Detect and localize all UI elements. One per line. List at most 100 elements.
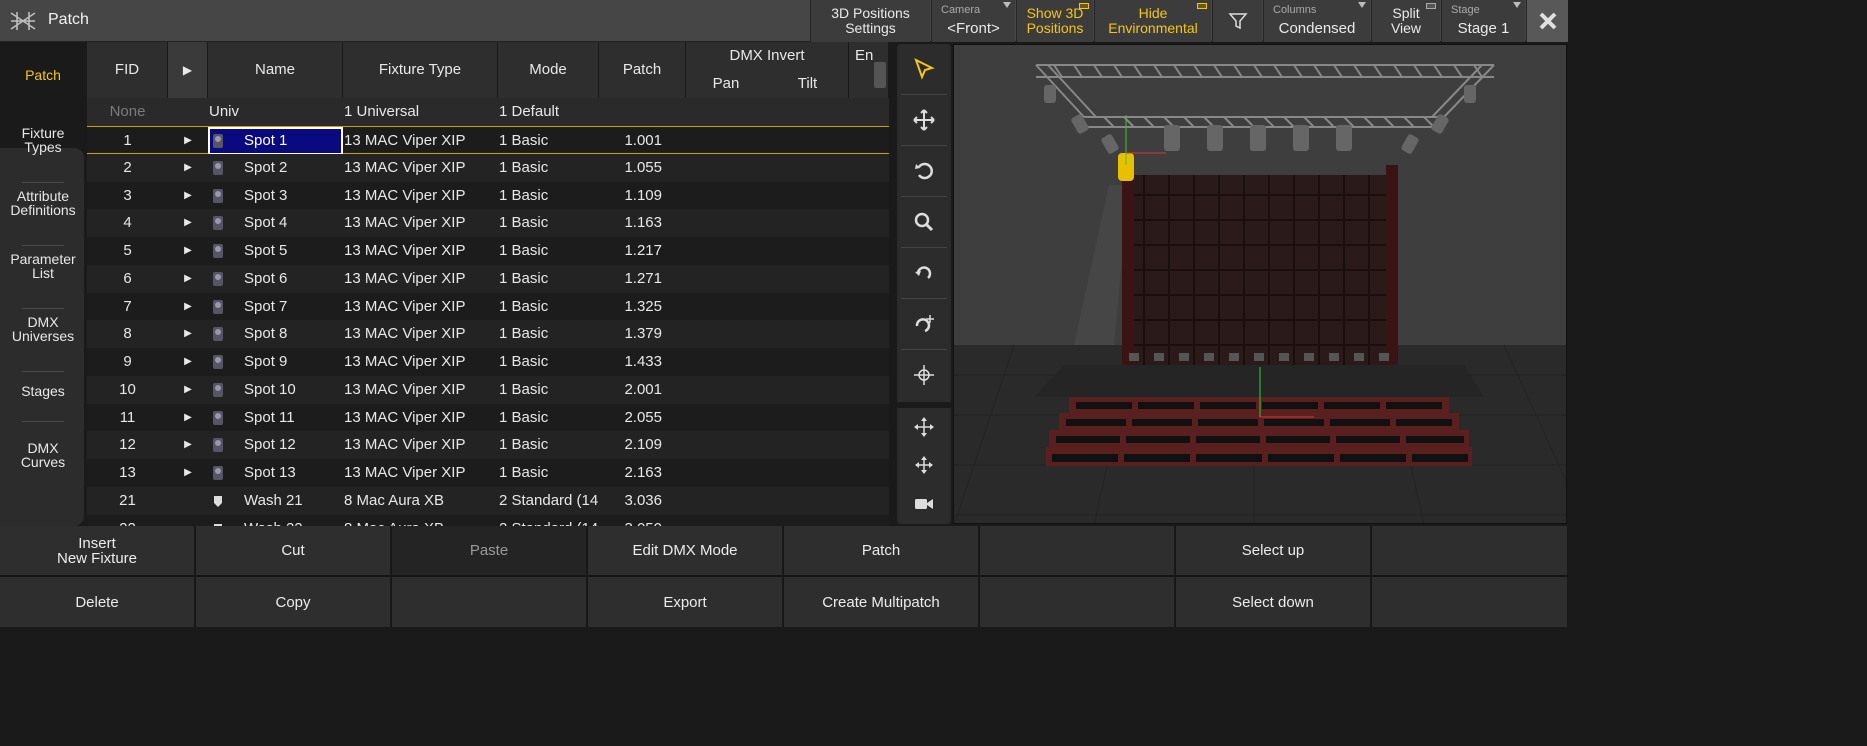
delete-button[interactable]: Delete: [0, 577, 195, 627]
expand-arrow-icon[interactable]: ▶: [168, 209, 208, 237]
sidebar-item-dmx-curves[interactable]: DMX Curves: [2, 441, 84, 485]
close-icon: [1539, 12, 1556, 30]
select-down-button[interactable]: Select down: [1176, 577, 1371, 627]
universal-row[interactable]: None Univ 1 Universal 1 Default: [87, 98, 889, 126]
3d-positions-settings-button[interactable]: 3D Positions Settings: [810, 0, 930, 42]
select-tool-button[interactable]: [897, 44, 951, 94]
column-header-pan[interactable]: Pan: [686, 75, 766, 93]
empty-button-4[interactable]: [980, 577, 1175, 627]
expand-arrow-icon[interactable]: ▶: [168, 293, 208, 321]
table-row[interactable]: 13 ▶ Spot 13 13 MAC Viper XIP 1 Basic 2.163: [87, 459, 889, 487]
fid-cell: 12: [119, 436, 136, 454]
center-tool-button[interactable]: [897, 350, 951, 400]
patch-button[interactable]: Patch: [784, 526, 979, 575]
expand-arrow-icon[interactable]: ▶: [168, 127, 208, 155]
copy-button[interactable]: Copy: [196, 577, 391, 627]
create-multipatch-button[interactable]: Create Multipatch: [784, 577, 979, 627]
sidebar-item-attribute-definitions[interactable]: Attribute Definitions: [2, 189, 84, 233]
select-up-button[interactable]: Select up: [1176, 526, 1371, 575]
expand-arrow-icon[interactable]: ▶: [168, 154, 208, 182]
orbit-point-tool-button[interactable]: [897, 299, 951, 349]
column-header-tilt[interactable]: Tilt: [766, 75, 849, 93]
empty-button-3[interactable]: [392, 577, 587, 627]
stage-select[interactable]: Stage Stage 1: [1441, 0, 1525, 42]
column-header-name[interactable]: Name: [208, 42, 343, 98]
fid-cell: 9: [123, 353, 132, 370]
pan-view-button[interactable]: [897, 408, 951, 446]
3d-stage-viewport[interactable]: [953, 44, 1567, 524]
orbit-tool-button[interactable]: [897, 248, 951, 298]
expand-arrow-icon[interactable]: ▶: [168, 376, 208, 404]
table-row[interactable]: 21 Wash 21 8 Mac Aura XB 2 Standard (14 3.03…: [87, 486, 889, 515]
sidebar-item-dmx-universes[interactable]: DMX Universes: [2, 315, 84, 359]
expand-all-button[interactable]: ▶: [168, 42, 208, 98]
title-bar: Patch 3D Positions Settings Camera <Fron…: [0, 0, 1568, 42]
table-row[interactable]: 9 ▶ Spot 9 13 MAC Viper XIP 1 Basic 1.433: [87, 348, 889, 376]
expand-arrow-icon[interactable]: ▶: [168, 459, 208, 487]
empty-button-1[interactable]: [980, 526, 1175, 575]
sidebar-item-label: DMX: [27, 314, 59, 330]
table-row[interactable]: 10 ▶ Spot 10 13 MAC Viper XIP 1 Basic 2.001: [87, 375, 889, 404]
table-row[interactable]: 12 ▶ Spot 12 13 MAC Viper XIP 1 Basic 2.109: [87, 431, 889, 460]
orbit-icon: [915, 266, 932, 279]
close-button[interactable]: [1526, 0, 1568, 42]
column-header-fixture-type[interactable]: Fixture Type: [343, 42, 498, 98]
table-row[interactable]: 4 ▶ Spot 4 13 MAC Viper XIP 1 Basic 1.163: [87, 209, 889, 238]
columns-select[interactable]: Columns Condensed: [1263, 0, 1370, 42]
hide-environmental-toggle[interactable]: Hide Environmental: [1094, 0, 1211, 42]
rotate-tool-button[interactable]: [897, 146, 951, 196]
move-tool-button[interactable]: [897, 95, 951, 145]
table-row[interactable]: 5 ▶ Spot 5 13 MAC Viper XIP 1 Basic 1.217: [87, 237, 889, 265]
expand-arrow-icon[interactable]: ▶: [168, 320, 208, 348]
table-row[interactable]: 7 ▶ Spot 7 13 MAC Viper XIP 1 Basic 1.325: [87, 292, 889, 321]
patch-table[interactable]: FID ▶ Name Fixture Type Mode Patch DMX I…: [87, 42, 889, 526]
zoom-tool-button[interactable]: [897, 197, 951, 247]
split-view-toggle[interactable]: Split View: [1371, 0, 1440, 42]
sidebar-item-stages[interactable]: Stages: [2, 384, 84, 414]
column-header-fid[interactable]: FID: [87, 42, 168, 98]
expand-arrow-icon[interactable]: ▶: [168, 237, 208, 265]
cut-button[interactable]: Cut: [196, 526, 391, 575]
table-row[interactable]: 6 ▶ Spot 6 13 MAC Viper XIP 1 Basic 1.271: [87, 264, 889, 293]
show-3d-positions-toggle[interactable]: Show 3D Positions: [1016, 0, 1093, 42]
header-scroll-handle[interactable]: [874, 62, 886, 88]
camera-select[interactable]: Camera <Front>: [931, 0, 1015, 42]
insert-new-fixture-button[interactable]: Insert New Fixture: [0, 526, 195, 575]
empty-button-5[interactable]: [1372, 577, 1568, 627]
camera-view-button[interactable]: [897, 484, 951, 524]
mode-cell: 1 Basic: [499, 297, 549, 315]
button-label-line2: Settings: [845, 20, 896, 36]
edit-dmx-mode-button[interactable]: Edit DMX Mode: [588, 526, 783, 575]
fixture-type-cell: 13 MAC Viper XIP: [344, 214, 466, 232]
mode-cell: 1 Default: [499, 103, 560, 120]
pan-icon: [914, 417, 934, 437]
table-row[interactable]: 22 Wash 228 Mac Aura XB2 Standard (143.05…: [87, 514, 889, 526]
fid-cell: 10: [119, 380, 136, 398]
column-header-mode[interactable]: Mode: [498, 42, 599, 98]
table-row[interactable]: 2 ▶ Spot 2 13 MAC Viper XIP 1 Basic 1.055: [87, 153, 889, 182]
expand-arrow-icon[interactable]: ▶: [168, 265, 208, 293]
export-button[interactable]: Export: [588, 577, 783, 627]
column-header-patch[interactable]: Patch: [599, 42, 686, 98]
crosshair-icon: [914, 365, 934, 385]
dolly-view-button[interactable]: [897, 446, 951, 484]
expand-arrow-icon[interactable]: ▶: [168, 431, 208, 459]
expand-arrow-icon[interactable]: ▶: [168, 404, 208, 432]
filter-button[interactable]: [1212, 0, 1262, 42]
table-row[interactable]: 11 ▶ Spot 11 13 MAC Viper XIP 1 Basic 2.055: [87, 403, 889, 432]
sidebar-item-patch[interactable]: Patch: [2, 42, 84, 108]
expand-arrow-icon[interactable]: ▶: [168, 348, 208, 376]
patch-cell: 1.379: [624, 325, 662, 343]
name-cell: Spot 4: [244, 214, 288, 232]
table-row[interactable]: 3 ▶ Spot 3 13 MAC Viper XIP 1 Basic 1.109: [87, 181, 889, 210]
table-row[interactable]: 1 ▶ Spot 1 13 MAC Viper XIP 1 Basic 1.001: [87, 126, 889, 155]
sidebar-item-fixture-types[interactable]: Fixture Types: [2, 126, 84, 170]
sidebar-item-parameter-list[interactable]: Parameter List: [2, 252, 84, 296]
mode-cell: 1 Basic: [499, 325, 549, 343]
paste-button[interactable]: Paste: [392, 526, 587, 575]
empty-button-2[interactable]: [1372, 526, 1568, 575]
mode-cell: 1 Basic: [499, 132, 549, 149]
expand-arrow-icon[interactable]: ▶: [168, 182, 208, 210]
table-row[interactable]: 8 ▶ Spot 8 13 MAC Viper XIP 1 Basic 1.379: [87, 320, 889, 349]
name-cell: Spot 1: [208, 127, 343, 155]
